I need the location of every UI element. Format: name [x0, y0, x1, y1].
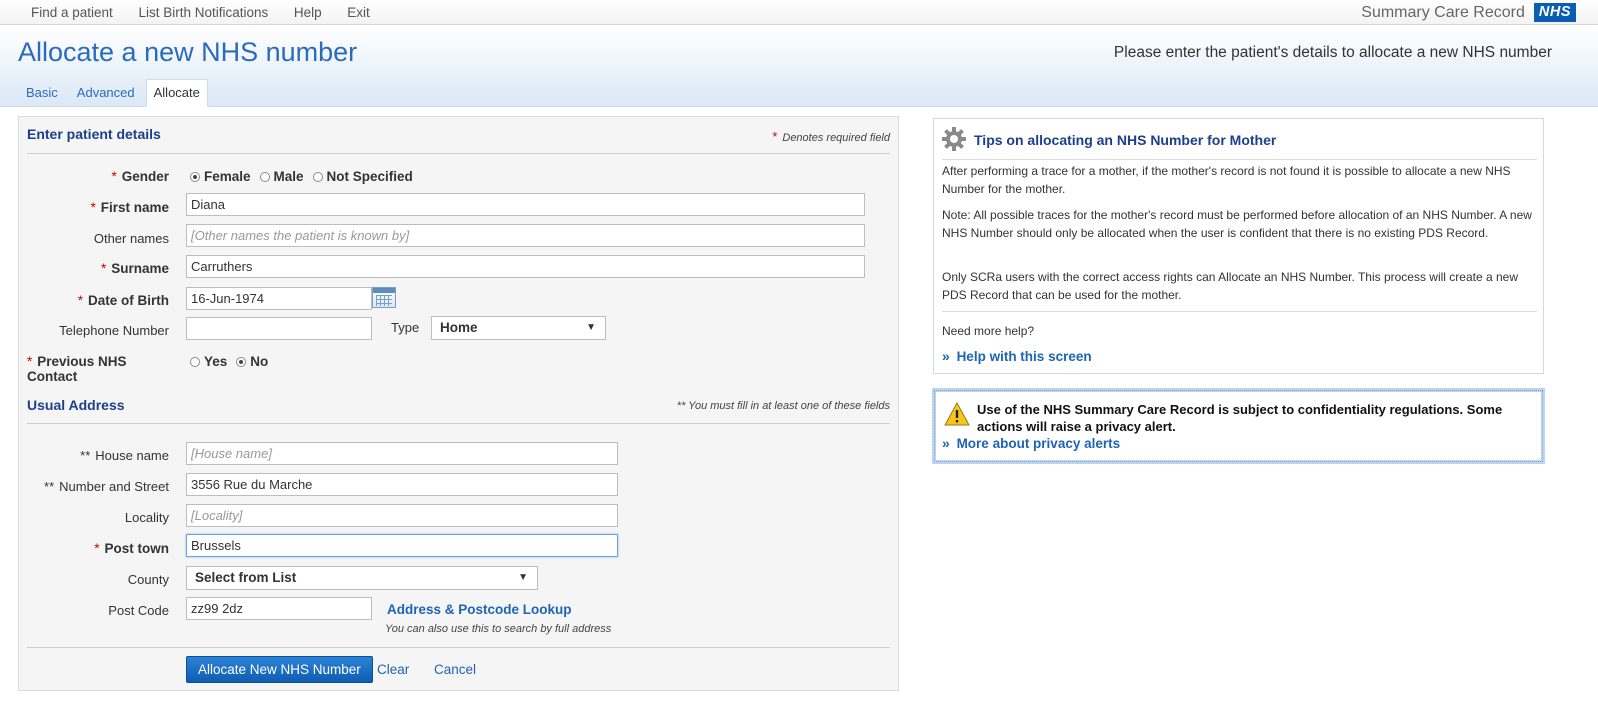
page-hint: Please enter the patient's details to al…: [1113, 44, 1552, 61]
cancel-link[interactable]: Cancel: [434, 662, 476, 677]
tab-basic[interactable]: Basic: [18, 79, 66, 107]
telephone-type-select[interactable]: Home ▼: [431, 316, 606, 340]
prev-contact-yes-radio[interactable]: [190, 356, 200, 367]
nhs-logo: NHS: [1533, 3, 1576, 22]
tips-paragraph-3: Only SCRa users with the correct access …: [942, 270, 1519, 302]
other-names-label: Other names: [93, 231, 169, 246]
brand-title: Summary Care Record: [1361, 3, 1525, 21]
page-title: Allocate a new NHS number: [18, 37, 358, 67]
chevron-down-icon: ▼: [518, 572, 528, 583]
house-name-label: ** House name: [80, 448, 169, 463]
tips-divider: [942, 159, 1537, 160]
required-field-note: * Denotes required field: [772, 129, 890, 144]
county-select[interactable]: Select from List ▼: [186, 566, 538, 590]
dob-input[interactable]: 16-Jun-1974: [186, 287, 372, 310]
surname-input[interactable]: Carruthers: [186, 255, 865, 278]
address-required-note: ** You must fill in at least one of thes…: [676, 400, 890, 412]
first-name-input[interactable]: Diana: [186, 193, 865, 216]
tips-paragraph-2: Note: All possible traces for the mother…: [942, 208, 1532, 240]
prev-contact-no-option[interactable]: No: [236, 354, 268, 369]
privacy-text: Use of the NHS Summary Care Record is su…: [977, 402, 1503, 434]
search-tabs: Basic Advanced Allocate: [18, 79, 211, 107]
clear-link[interactable]: Clear: [377, 662, 409, 677]
page-header: Allocate a new NHS number Please enter t…: [0, 26, 1598, 107]
tips-title: Tips on allocating an NHS Number for Mot…: [974, 132, 1277, 148]
previous-nhs-contact-radio-group: Yes No: [190, 354, 277, 369]
privacy-alerts-link[interactable]: » More about privacy alerts: [942, 435, 1120, 451]
post-town-input[interactable]: Brussels: [186, 534, 618, 557]
patient-details-form: Enter patient details * Denotes required …: [18, 116, 899, 691]
other-names-input[interactable]: [186, 224, 865, 247]
menu-find-patient[interactable]: Find a patient: [31, 5, 113, 20]
main-menu: Find a patient List Birth Notifications …: [31, 5, 392, 20]
first-name-label: * First name: [90, 200, 169, 215]
gender-female-option[interactable]: Female: [190, 169, 251, 184]
locality-input[interactable]: [186, 504, 618, 527]
post-town-label: * Post town: [94, 541, 169, 556]
gender-male-option[interactable]: Male: [259, 169, 304, 184]
street-input[interactable]: 3556 Rue du Marche: [186, 473, 618, 496]
post-code-input[interactable]: zz99 2dz: [186, 597, 372, 620]
tips-divider-2: [942, 311, 1537, 312]
tab-allocate[interactable]: Allocate: [145, 79, 208, 107]
post-code-label: Post Code: [108, 603, 169, 618]
need-more-help: Need more help?: [942, 324, 1035, 338]
chevron-down-icon: ▼: [586, 322, 596, 333]
prev-contact-yes-option[interactable]: Yes: [190, 354, 227, 369]
telephone-label: Telephone Number: [59, 323, 169, 338]
menu-exit[interactable]: Exit: [347, 5, 370, 20]
top-menu-bar: Find a patient List Birth Notifications …: [0, 0, 1598, 25]
tips-paragraph-1: After performing a trace for a mother, i…: [942, 164, 1511, 196]
patient-section-title: Enter patient details: [27, 126, 161, 142]
telephone-input[interactable]: [186, 317, 372, 340]
dob-label: * Date of Birth: [77, 293, 169, 308]
lookup-note: You can also use this to search by full …: [385, 623, 612, 635]
actions-divider: [27, 647, 890, 648]
help-with-screen-link[interactable]: » Help with this screen: [942, 348, 1092, 364]
address-postcode-lookup-link[interactable]: Address & Postcode Lookup: [387, 602, 572, 617]
gear-icon: [942, 127, 966, 151]
double-chevron-icon: »: [942, 348, 950, 364]
gender-female-radio[interactable]: [190, 171, 200, 182]
previous-nhs-contact-label: * Previous NHS Contact: [27, 354, 127, 384]
privacy-notice: Use of the NHS Summary Care Record is su…: [932, 388, 1545, 464]
address-section-title: Usual Address: [27, 397, 125, 413]
warning-icon: [944, 402, 970, 426]
double-chevron-icon: »: [942, 435, 950, 451]
brand: Summary Care Record NHS: [1361, 3, 1576, 22]
gender-not-specified-radio[interactable]: [312, 171, 323, 182]
street-label: ** Number and Street: [44, 479, 169, 494]
gender-label: * Gender: [111, 169, 169, 184]
gender-radio-group: Female Male Not Specified: [190, 169, 422, 184]
tips-panel: Tips on allocating an NHS Number for Mot…: [933, 118, 1544, 374]
telephone-type-label: Type: [391, 320, 420, 335]
tab-advanced[interactable]: Advanced: [69, 79, 143, 107]
prev-contact-no-radio[interactable]: [236, 356, 247, 367]
gender-not-specified-option[interactable]: Not Specified: [312, 169, 413, 184]
allocate-nhs-number-button[interactable]: Allocate New NHS Number: [186, 656, 373, 683]
address-divider: [27, 423, 890, 424]
surname-label: * Surname: [100, 261, 169, 276]
menu-help[interactable]: Help: [294, 5, 322, 20]
calendar-icon[interactable]: [372, 287, 396, 308]
county-label: County: [127, 572, 169, 587]
locality-label: Locality: [124, 510, 169, 525]
gender-male-radio[interactable]: [259, 171, 270, 182]
house-name-input[interactable]: [186, 442, 618, 465]
menu-list-birth-notifications[interactable]: List Birth Notifications: [138, 5, 268, 20]
section-divider: [27, 153, 890, 154]
